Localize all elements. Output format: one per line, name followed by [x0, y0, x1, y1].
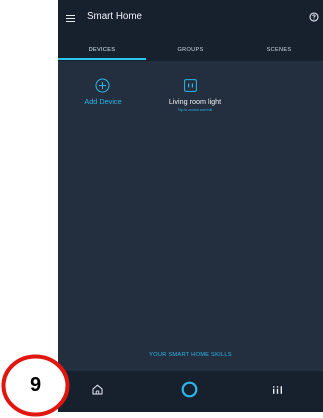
smart-home-skills-link[interactable]: YOUR SMART HOME SKILLS: [58, 351, 323, 360]
selected-tab-indicator: [58, 58, 146, 60]
screenshot-canvas: Smart Home DEVICES GROUPS SCENES Add Dev…: [0, 0, 323, 418]
add-device-tile[interactable]: Add Device: [66, 75, 140, 115]
plus-circle-icon: [95, 78, 110, 93]
smart-plug-icon: [184, 79, 197, 92]
tab-devices[interactable]: DEVICES: [58, 44, 146, 56]
devices-icon[interactable]: [272, 385, 283, 394]
help-icon[interactable]: [309, 12, 319, 22]
device-tile-living-room-light[interactable]: Living room light Tap to control and edi…: [154, 75, 236, 119]
step-number: 9: [29, 374, 42, 396]
app-header: Smart Home: [58, 0, 323, 38]
home-icon[interactable]: [92, 384, 103, 395]
page-title: Smart Home: [87, 11, 142, 22]
alexa-ring-icon[interactable]: [181, 381, 198, 398]
bottom-navigation: [58, 371, 323, 412]
tab-scenes[interactable]: SCENES: [235, 44, 323, 56]
device-hint: Tap to control and edit: [177, 108, 213, 112]
add-device-label: Add Device: [84, 97, 122, 106]
step-number-callout: 9: [1, 354, 70, 417]
device-name: Living room light: [168, 97, 222, 106]
menu-icon[interactable]: [66, 15, 75, 23]
smart-home-screen: Smart Home DEVICES GROUPS SCENES Add Dev…: [58, 0, 323, 412]
tab-groups[interactable]: GROUPS: [146, 44, 235, 56]
